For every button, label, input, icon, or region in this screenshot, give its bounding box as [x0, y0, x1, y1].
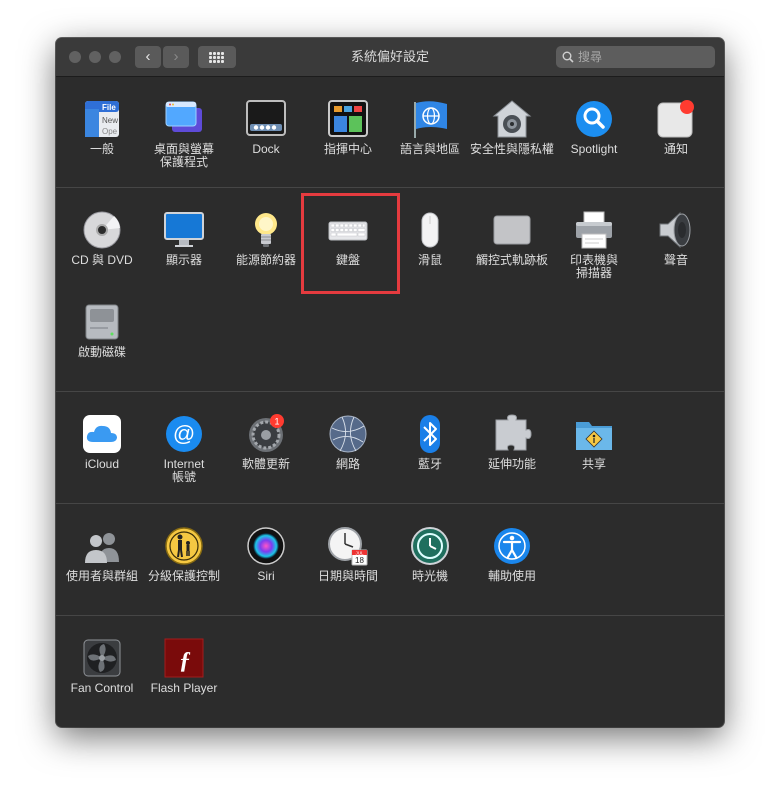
pref-label: Internet 帳號: [163, 457, 205, 484]
pref-label: 啟動磁碟: [77, 345, 126, 359]
keyboard-icon: [328, 210, 368, 250]
desktop-screensaver-icon: [164, 99, 204, 139]
pref-label: 延伸功能: [487, 457, 536, 471]
pref-label: 語言與地區: [399, 142, 460, 156]
pref-label: Dock: [252, 142, 280, 156]
pref-label: CD 與 DVD: [71, 253, 133, 267]
pref-label: Spotlight: [570, 142, 618, 156]
forward-button[interactable]: ›: [163, 46, 189, 68]
pref-label: 印表機與 掃描器: [569, 253, 618, 280]
general-icon-file: File: [102, 103, 116, 112]
section-personal: File New Ope 一般 桌面與螢幕 保護程式 Dock 指揮中心 語言與…: [56, 77, 724, 188]
security-privacy-icon: [492, 99, 532, 139]
calendar-day: 18: [355, 556, 364, 565]
update-badge-count: 1: [274, 417, 279, 427]
software-update-icon: 1: [246, 414, 286, 454]
energy-saver-icon: [246, 210, 286, 250]
pref-label: 觸控式軌跡板: [475, 253, 548, 267]
pref-label: 顯示器: [165, 253, 202, 267]
pref-label: 輔助使用: [487, 569, 536, 583]
pref-label: iCloud: [84, 457, 120, 471]
bluetooth-icon: [410, 414, 450, 454]
language-region-icon: [410, 99, 450, 139]
back-button[interactable]: ‹: [135, 46, 161, 68]
displays-icon: [164, 210, 204, 250]
pref-label: 滑鼠: [417, 253, 442, 267]
show-all-button[interactable]: [198, 46, 236, 68]
close-window-button[interactable]: [69, 51, 81, 63]
sharing-icon: [574, 414, 614, 454]
calendar-month: JUL: [355, 550, 363, 555]
title-bar: ‹ › 系統偏好設定: [56, 38, 724, 77]
mission-control-icon: [328, 99, 368, 139]
pref-label: 通知: [663, 142, 688, 156]
pref-label: Fan Control: [70, 681, 134, 695]
pref-label: 時光機: [411, 569, 448, 583]
system-preferences-window: ‹ › 系統偏好設定 File New Ope 一般 桌面與螢幕 保護程式: [56, 38, 724, 727]
mouse-icon: [410, 210, 450, 250]
pref-label: 安全性與隱私權: [469, 142, 554, 156]
chevron-right-icon: ›: [173, 48, 179, 65]
section-other: Fan Control ƒ Flash Player: [56, 616, 724, 727]
pref-label: Siri: [257, 569, 275, 583]
search-icon: [562, 51, 574, 63]
date-time-icon: JUL 18: [328, 526, 368, 566]
general-icon-new: New: [102, 116, 118, 125]
flash-player-icon: ƒ: [164, 638, 204, 678]
network-icon: [328, 414, 368, 454]
cd-dvd-icon: [82, 210, 122, 250]
parental-controls-icon: [164, 526, 204, 566]
section-system: 使用者與群組 分級保護控制 Siri JUL 18 日期與時間 時光機 輔助使用: [56, 504, 724, 616]
general-icon-open: Ope: [102, 127, 118, 136]
users-groups-icon: [82, 526, 122, 566]
printers-scanners-icon: [574, 210, 614, 250]
pref-label: 指揮中心: [323, 142, 372, 156]
pref-label: 聲音: [663, 253, 688, 267]
trackpad-icon: [492, 210, 532, 250]
pref-label: Flash Player: [150, 681, 218, 695]
pref-label: 鍵盤: [335, 253, 360, 267]
pref-label: 使用者與群組: [65, 569, 138, 583]
chevron-left-icon: ‹: [145, 48, 151, 65]
dock-icon: [246, 99, 286, 139]
pref-label: 能源節約器: [235, 253, 296, 267]
fan-control-icon: [82, 638, 122, 678]
notifications-icon: [656, 99, 696, 139]
startup-disk-icon: [82, 302, 122, 342]
icloud-icon: [82, 414, 122, 454]
extensions-icon: [492, 414, 532, 454]
search-input[interactable]: [578, 46, 708, 68]
svg-text:@: @: [173, 421, 195, 446]
time-machine-icon: [410, 526, 450, 566]
minimize-window-button[interactable]: [89, 51, 101, 63]
spotlight-icon: [574, 99, 614, 139]
internet-accounts-icon: @: [164, 414, 204, 454]
pref-label: 日期與時間: [317, 569, 378, 583]
sound-icon: [656, 210, 696, 250]
section-internet-wireless: iCloud @ Internet 帳號 1 軟體更新 網路 藍牙 延伸功能 共…: [56, 392, 724, 504]
pref-label: 軟體更新: [241, 457, 290, 471]
siri-icon: [246, 526, 286, 566]
pref-label: 網路: [335, 457, 360, 471]
pref-label: 分級保護控制: [147, 569, 220, 583]
accessibility-icon: [492, 526, 532, 566]
search-field[interactable]: [556, 46, 715, 68]
pref-label: 一般: [89, 142, 114, 156]
pref-label: 桌面與螢幕 保護程式: [153, 142, 214, 169]
pref-label: 藍牙: [417, 457, 442, 471]
section-hardware: CD 與 DVD 顯示器 能源節約器 鍵盤 滑鼠 觸控式軌跡板 印表機與 掃描器…: [56, 188, 724, 392]
zoom-window-button[interactable]: [109, 51, 121, 63]
general-icon: File New Ope: [82, 99, 122, 139]
svg-text:ƒ: ƒ: [179, 648, 191, 674]
pref-label: 共享: [581, 457, 606, 471]
